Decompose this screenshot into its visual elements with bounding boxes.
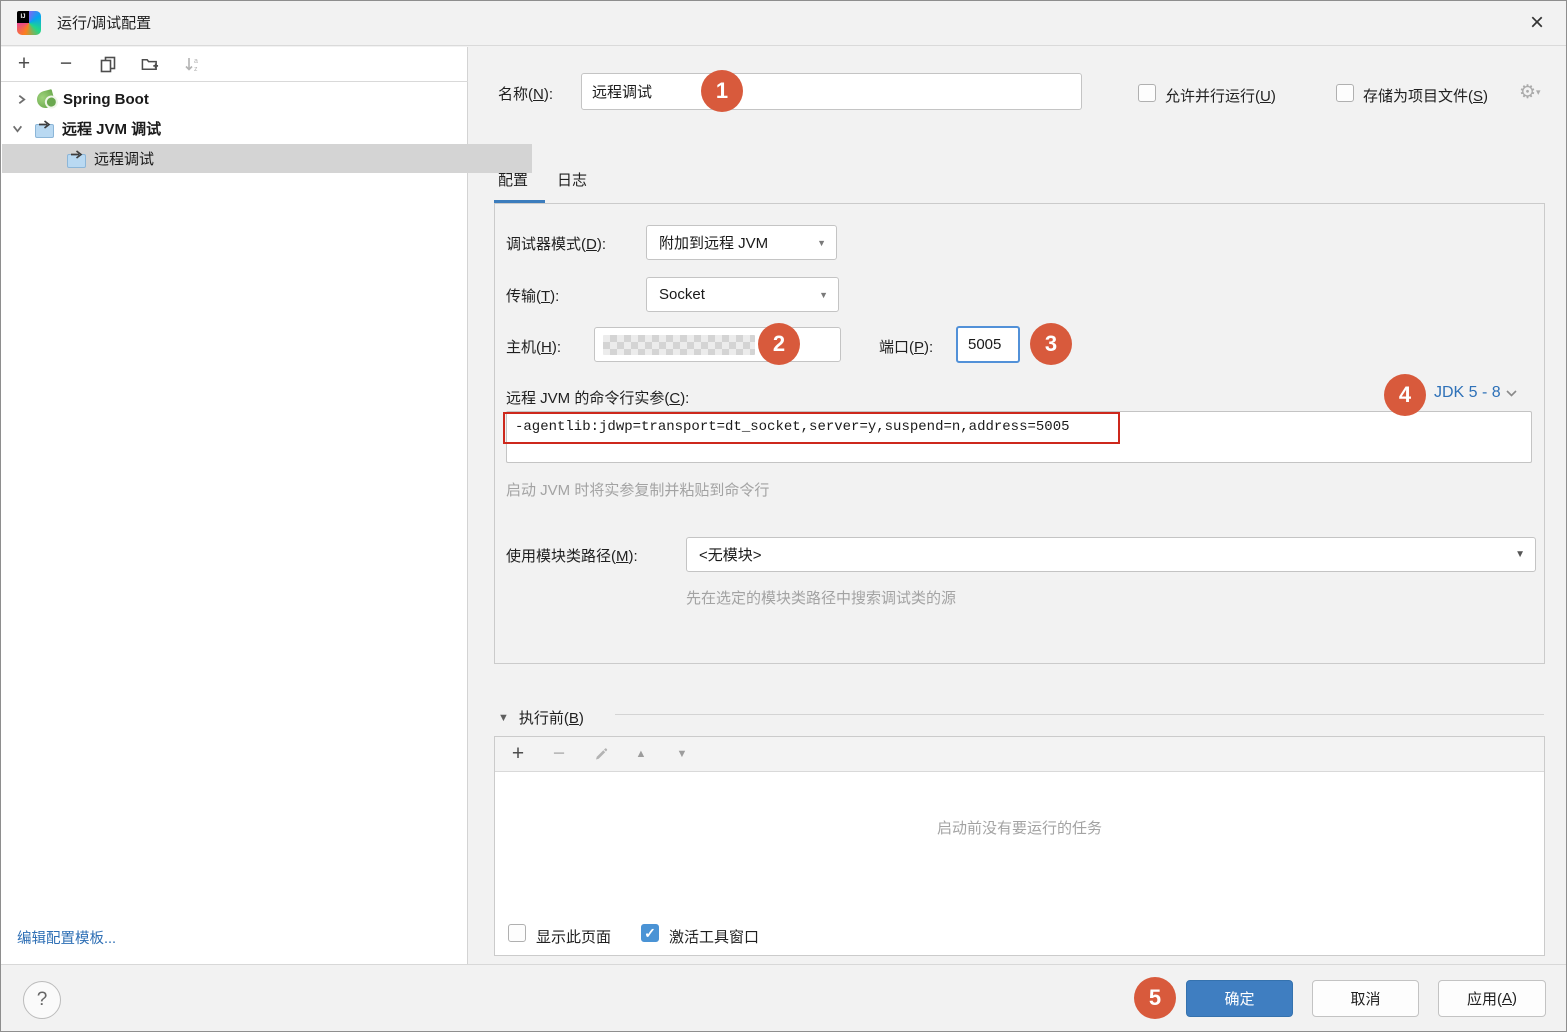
port-label: 端口(P): [879, 336, 933, 357]
store-as-project-file-label: 存储为项目文件(S) [1363, 85, 1488, 106]
move-down-icon[interactable]: ▼ [673, 745, 691, 763]
host-input[interactable] [594, 327, 841, 362]
before-launch-separator [615, 714, 1544, 715]
command-line-hint: 启动 JVM 时将实参复制并粘贴到命令行 [506, 479, 769, 500]
sort-configurations-icon[interactable]: az [183, 55, 201, 73]
module-classpath-label: 使用模块类路径(M): [506, 545, 638, 566]
before-launch-panel: + − ▲ ▼ 启动前没有要运行的任务 [494, 736, 1545, 956]
transport-label: 传输(T): [506, 285, 559, 306]
apply-button[interactable]: 应用(A) [1438, 980, 1546, 1017]
port-input[interactable]: 5005 [956, 326, 1020, 363]
show-this-page-label: 显示此页面 [536, 926, 611, 947]
debugger-mode-label: 调试器模式(D): [506, 233, 606, 254]
copy-configuration-icon[interactable] [99, 55, 117, 73]
sidebar-item-label: Spring Boot [63, 91, 149, 108]
chevron-right-icon[interactable] [15, 94, 27, 106]
transport-select[interactable]: Socket▼ [646, 277, 839, 312]
ok-button[interactable]: 确定 [1186, 980, 1293, 1017]
title-bar [1, 1, 1566, 46]
chevron-down-icon[interactable] [11, 123, 23, 135]
before-launch-empty-text: 启动前没有要运行的任务 [937, 817, 1102, 838]
annotation-badge-3: 3 [1030, 323, 1072, 365]
remove-configuration-icon[interactable]: − [57, 55, 75, 73]
sidebar-item-spring-boot[interactable]: Spring Boot [1, 85, 481, 114]
allow-parallel-run-checkbox[interactable] [1138, 84, 1156, 102]
svg-text:a: a [194, 58, 198, 65]
move-up-icon[interactable]: ▲ [632, 745, 650, 763]
jdk-version-link[interactable]: JDK 5 - 8 [1434, 384, 1517, 402]
module-classpath-select[interactable]: <无模块>▼ [686, 537, 1536, 572]
annotation-badge-2: 2 [758, 323, 800, 365]
add-configuration-icon[interactable]: + [15, 55, 33, 73]
cancel-button[interactable]: 取消 [1312, 980, 1419, 1017]
edit-configuration-templates-link[interactable]: 编辑配置模板... [17, 927, 116, 948]
sidebar-item-remote-jvm-debug[interactable]: 远程 JVM 调试 [1, 114, 477, 143]
intellij-logo-icon: IJ [17, 11, 41, 35]
before-launch-title: 执行前(B) [519, 707, 584, 728]
remote-debug-icon [35, 120, 55, 138]
dropdown-arrow-icon: ▼ [817, 238, 826, 248]
dropdown-arrow-icon: ▼ [1515, 549, 1525, 560]
annotation-badge-4: 4 [1384, 374, 1426, 416]
name-input[interactable]: 远程调试 [581, 73, 1082, 110]
allow-parallel-run-label: 允许并行运行(U) [1165, 85, 1276, 106]
debugger-mode-select[interactable]: 附加到远程 JVM▼ [646, 225, 837, 260]
red-annotation-rectangle [503, 412, 1120, 444]
tab-configuration[interactable]: 配置 [498, 169, 528, 190]
remove-task-icon[interactable]: − [550, 745, 568, 763]
add-task-icon[interactable]: + [509, 745, 527, 763]
sidebar-item-label: 远程调试 [94, 148, 154, 169]
activate-tool-window-label: 激活工具窗口 [669, 926, 759, 947]
annotation-badge-1: 1 [701, 70, 743, 112]
dropdown-arrow-icon: ▼ [819, 290, 828, 300]
spring-boot-icon [35, 89, 56, 110]
new-folder-icon[interactable] [141, 55, 159, 73]
gear-icon[interactable]: ⚙▾ [1519, 83, 1541, 102]
module-classpath-hint: 先在选定的模块类路径中搜索调试类的源 [686, 587, 956, 608]
before-launch-header[interactable]: ▼ 执行前(B) [498, 707, 584, 728]
configurations-sidebar [1, 47, 468, 964]
svg-text:z: z [194, 66, 198, 73]
sidebar-toolbar: + − az [1, 47, 468, 82]
before-launch-toolbar: + − ▲ ▼ [495, 737, 1544, 772]
redacted-host-value [603, 335, 755, 355]
host-label: 主机(H): [506, 336, 561, 357]
sidebar-item-remote-debug-selected[interactable]: 远程调试 [2, 144, 532, 173]
tab-logs[interactable]: 日志 [557, 169, 587, 190]
edit-task-icon[interactable] [591, 745, 609, 763]
help-button[interactable]: ? [23, 981, 61, 1019]
annotation-badge-5: 5 [1134, 977, 1176, 1019]
remote-debug-icon [67, 150, 87, 168]
command-line-args-label: 远程 JVM 的命令行实参(C): [506, 387, 689, 408]
close-icon[interactable]: × [1521, 8, 1553, 40]
name-label: 名称(N): [498, 83, 553, 104]
window-title: 运行/调试配置 [57, 1, 151, 46]
collapse-triangle-icon[interactable]: ▼ [498, 712, 509, 724]
chevron-down-icon [1506, 390, 1517, 397]
sidebar-item-label: 远程 JVM 调试 [62, 118, 161, 139]
store-as-project-file-checkbox[interactable] [1336, 84, 1354, 102]
activate-tool-window-checkbox[interactable]: ✓ [641, 924, 659, 942]
show-this-page-checkbox[interactable] [508, 924, 526, 942]
run-debug-configurations-dialog: IJ 运行/调试配置 × + − az Spring Boot 远程 JVM 调… [0, 0, 1567, 1032]
